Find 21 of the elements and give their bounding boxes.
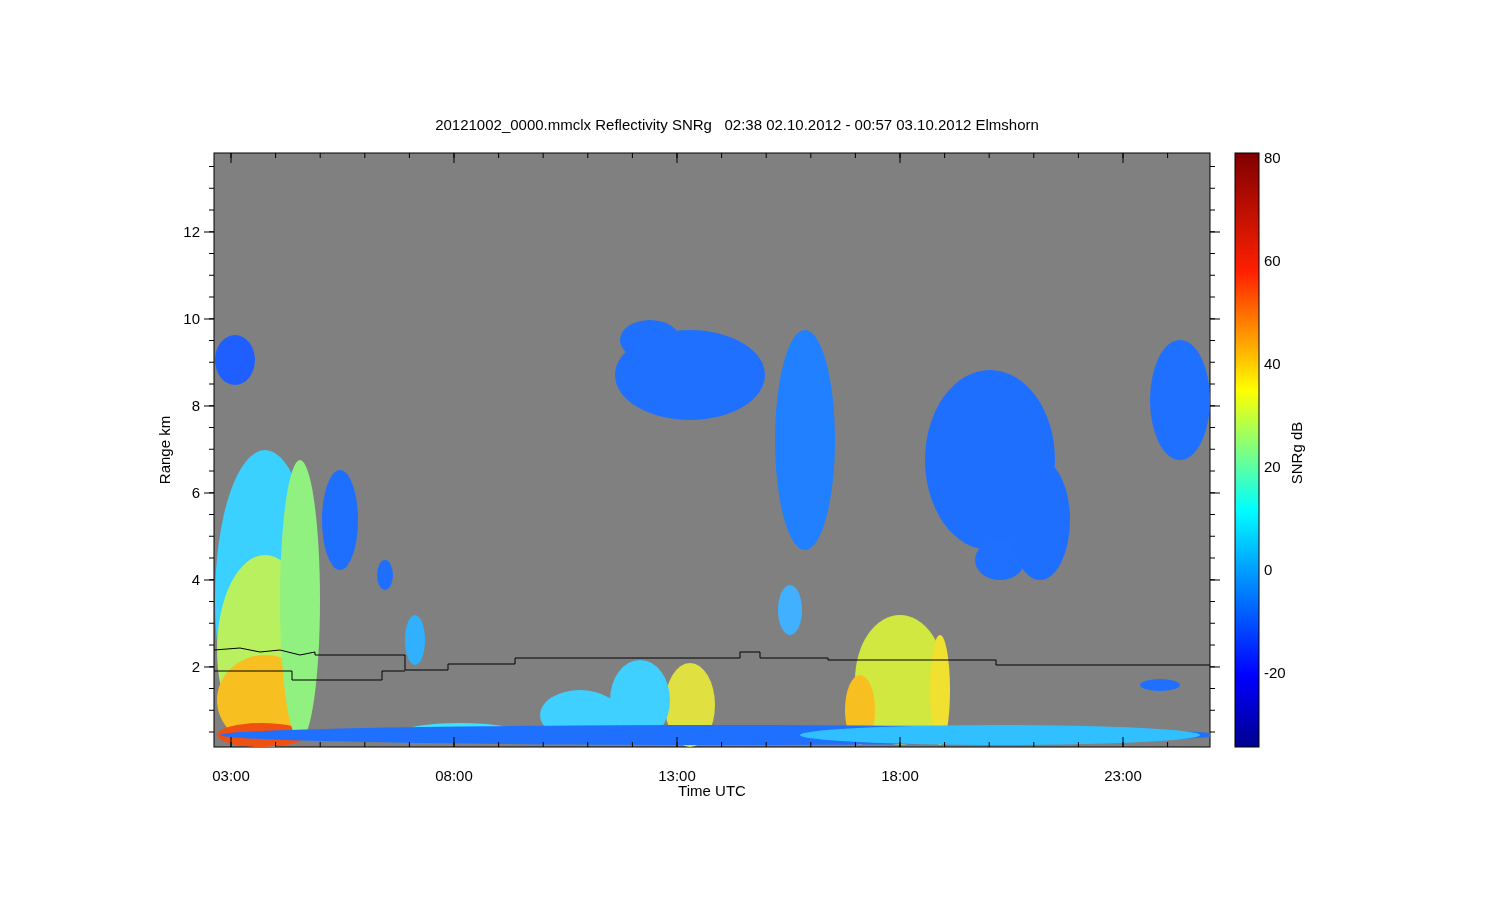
x-axis-label: Time UTC: [678, 782, 746, 799]
colorbar-tick-label: 60: [1264, 252, 1281, 269]
y-tick-label: 6: [191, 484, 200, 501]
y-tick-label: 4: [191, 571, 200, 588]
y-tick-label: 12: [183, 223, 200, 240]
x-tick-label: 23:00: [1104, 767, 1142, 784]
colorbar-label: SNRg dB: [1288, 421, 1305, 485]
colorbar-tick-label: 0: [1264, 561, 1273, 578]
x-tick-label: 18:00: [881, 767, 919, 784]
colorbar-tick-label: -20: [1264, 664, 1286, 681]
y-tick-label: 10: [183, 310, 200, 327]
y-tick-label: 2: [191, 658, 200, 675]
x-tick-label: 13:00: [658, 767, 696, 784]
y-tick-label: 8: [191, 397, 200, 414]
chart-title: 20121002_0000.mmclx Reflectivity SNRg 02:38 02.10.2012 - 00:57 03.10.2012 Elmshorn: [435, 116, 1039, 133]
colorbar-tick-label: 80: [1264, 149, 1281, 166]
x-tick-label: 08:00: [435, 767, 473, 784]
colorbar-tick-label: 20: [1264, 458, 1281, 475]
colorbar-tick-label: 40: [1264, 355, 1281, 372]
x-tick-label: 03:00: [212, 767, 250, 784]
y-axis-label: Range km: [156, 415, 173, 485]
